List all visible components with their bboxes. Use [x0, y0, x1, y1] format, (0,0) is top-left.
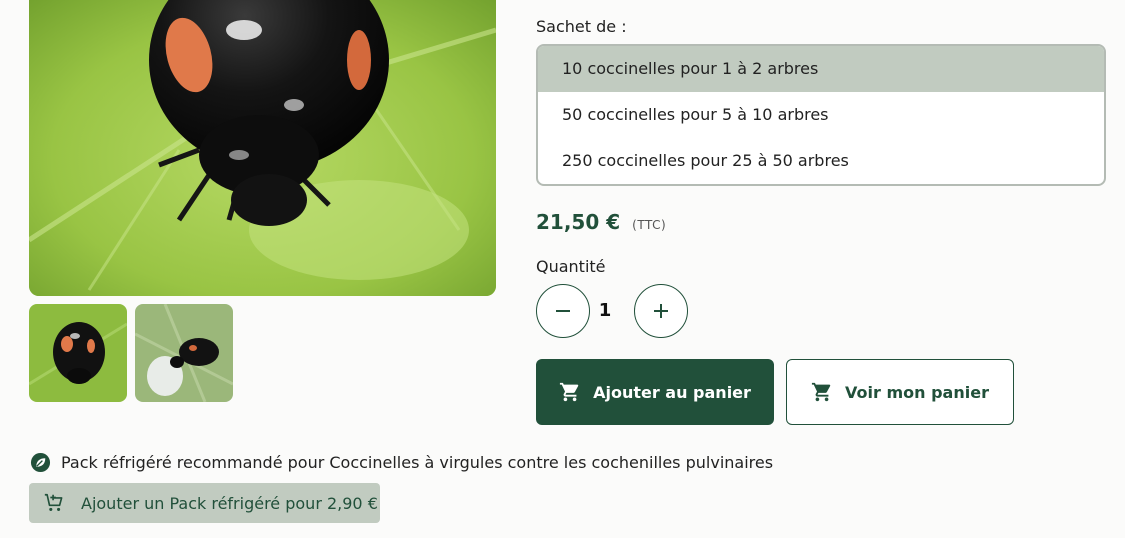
refrigerated-pack-note-text: Pack réfrigéré recommandé pour Coccinell…: [61, 453, 774, 472]
price-value: 21,50 €: [536, 210, 621, 234]
size-option-10[interactable]: 10 coccinelles pour 1 à 2 arbres: [538, 46, 1104, 92]
quantity-label: Quantité: [536, 257, 606, 276]
size-label: Sachet de :: [536, 17, 627, 36]
size-option-50[interactable]: 50 coccinelles pour 5 à 10 arbres: [538, 92, 1104, 138]
main-product-image[interactable]: [29, 0, 496, 296]
cart-icon: [559, 382, 579, 402]
add-refrigerated-pack-label: Ajouter un Pack réfrigéré pour 2,90 €: [81, 493, 378, 513]
add-to-cart-button[interactable]: Ajouter au panier: [536, 359, 774, 425]
minus-icon: [556, 310, 570, 312]
plus-icon: [654, 304, 668, 318]
quantity-increase-button[interactable]: [634, 284, 688, 338]
view-cart-button[interactable]: Voir mon panier: [786, 359, 1014, 425]
refrigerated-pack-note: Pack réfrigéré recommandé pour Coccinell…: [30, 452, 773, 473]
add-to-cart-label: Ajouter au panier: [593, 382, 751, 402]
thumbnail-2[interactable]: [135, 304, 233, 402]
size-options-list[interactable]: 10 coccinelles pour 1 à 2 arbres 50 cocc…: [536, 44, 1106, 186]
add-refrigerated-pack-button[interactable]: Ajouter un Pack réfrigéré pour 2,90 €: [29, 483, 380, 523]
ladybird-thumbnail-1: [29, 304, 127, 402]
quantity-input[interactable]: [592, 300, 618, 321]
thumbnail-1[interactable]: [29, 304, 127, 402]
price-tax-suffix: (TTC): [632, 218, 667, 232]
cart-icon: [811, 382, 831, 402]
size-option-250[interactable]: 250 coccinelles pour 25 à 50 arbres: [538, 138, 1104, 184]
cart-add-icon: [44, 493, 63, 511]
price-row: 21,50 € (TTC): [536, 210, 666, 234]
quantity-decrease-button[interactable]: [536, 284, 590, 338]
ladybird-photo: [29, 0, 496, 296]
leaf-badge-icon: [30, 452, 51, 473]
view-cart-label: Voir mon panier: [845, 382, 989, 402]
ladybird-thumbnail-2: [135, 304, 233, 402]
